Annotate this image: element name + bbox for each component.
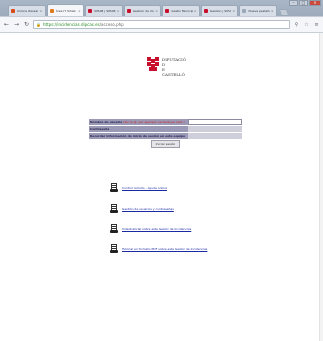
login-form: Nombre de usuario (Sin la @, por ejemplo… — [89, 119, 242, 148]
document-icon — [110, 244, 118, 253]
menu-icon[interactable]: ≡ — [313, 22, 320, 28]
page-content: DIPUTACIÓ D E CASTELLÓ Nombre de usuario… — [0, 33, 323, 341]
tab-strip: Clinica Ibarsal de... × Área IT Sihab × … — [8, 3, 290, 16]
password-label: Contraseña — [90, 127, 110, 131]
username-label: Nombre de usuario (Sin la @, por ejemplo… — [90, 120, 185, 124]
tab-title: Área IT Sihab — [55, 8, 76, 13]
tab-close-icon[interactable]: × — [78, 9, 81, 13]
browser-tab-clinica[interactable]: Clinica Ibarsal de... × — [8, 5, 46, 16]
link-item-remote-control[interactable]: Control remoto - Ayuda online — [110, 183, 167, 192]
window-controls: – □ × — [289, 0, 321, 6]
browser-tab-gestion-sihab[interactable]: Gestion | SIHAB... × — [200, 5, 239, 16]
tab-title: Gestion | SIHAB... — [209, 9, 232, 13]
page-scrollbar[interactable] — [319, 33, 323, 341]
tab-favicon-icon — [203, 9, 208, 13]
tab-close-icon[interactable]: × — [232, 9, 235, 13]
username-hint: (Sin la @, por ejemplo: lechado.pe rez2 … — [123, 120, 185, 124]
address-bar[interactable]: 🔒 https://incidencias.dipcas.es/acceso.p… — [33, 20, 290, 29]
search-icon[interactable]: ⚲ — [293, 22, 300, 28]
logo-mark-icon — [147, 57, 160, 72]
tab-favicon-icon — [11, 9, 15, 13]
tab-title: Gestion de client... — [132, 9, 155, 13]
url-path: /acceso.php — [99, 22, 124, 27]
tab-close-icon[interactable]: × — [117, 9, 120, 13]
tab-close-icon[interactable]: × — [194, 9, 197, 13]
browser-tab-gestio-municipal[interactable]: Gestio Municipal... × — [162, 5, 200, 16]
tab-favicon-icon — [165, 9, 170, 13]
tab-favicon-icon — [126, 9, 131, 13]
remember-checkbox[interactable] — [188, 133, 242, 139]
username-input[interactable] — [188, 119, 242, 125]
tab-title: Nueva pestaña — [248, 9, 271, 13]
tab-favicon-icon — [242, 9, 247, 13]
pdf-tutorial-link[interactable]: Tutorial en formato PDF sobre este Gesto… — [122, 247, 207, 251]
user-management-link[interactable]: Gestión de usuarios y contraseñas — [122, 207, 174, 211]
bookmark-star-icon[interactable]: ☆ — [303, 22, 310, 28]
browser-toolbar: ← → ↻ 🔒 https://incidencias.dipcas.es/ac… — [0, 16, 323, 32]
password-row: Contraseña — [89, 126, 242, 132]
browser-tab-sihab[interactable]: SIHAB | SIHAB - L... × — [85, 5, 123, 16]
link-item-videotutorial[interactable]: Videotutorial sobre este Gestor de Incid… — [110, 224, 191, 233]
url-text: https://incidencias.dipcas.es/acceso.php — [43, 22, 124, 27]
maximize-button[interactable]: □ — [299, 0, 308, 6]
back-button[interactable]: ← — [3, 21, 10, 28]
link-item-pdf-tutorial[interactable]: Tutorial en formato PDF sobre este Gesto… — [110, 244, 207, 253]
logo-line-1: DIPUTACIÓ — [162, 57, 187, 62]
browser-tab-gestion-clientes[interactable]: Gestion de client... × — [123, 5, 162, 16]
login-button[interactable]: Iniciar sesión — [150, 140, 181, 148]
remote-control-link[interactable]: Control remoto - Ayuda online — [122, 186, 167, 190]
tab-close-icon[interactable]: × — [155, 9, 158, 13]
reload-button[interactable]: ↻ — [23, 21, 30, 28]
tab-title: Clinica Ibarsal de... — [17, 9, 39, 13]
remember-label: Recordar información de inicio de sesión… — [90, 134, 186, 138]
tab-close-icon[interactable]: × — [40, 9, 43, 13]
logo-text: DIPUTACIÓ D E CASTELLÓ — [162, 57, 186, 77]
lock-icon: 🔒 — [36, 22, 41, 27]
tab-close-icon[interactable]: × — [271, 9, 274, 13]
tab-title: Gestio Municipal... — [171, 9, 193, 13]
document-icon — [110, 224, 118, 233]
browser-tab-area-it[interactable]: Área IT Sihab × — [46, 4, 85, 16]
close-window-button[interactable]: × — [309, 0, 321, 6]
link-item-user-management[interactable]: Gestión de usuarios y contraseñas — [110, 204, 174, 213]
browser-tab-new[interactable]: Nueva pestaña × — [239, 5, 278, 16]
new-tab-button[interactable] — [278, 9, 290, 16]
remember-row[interactable]: Recordar información de inicio de sesión… — [89, 133, 242, 139]
url-host: incidencias.dipcas.es — [57, 22, 100, 27]
tab-favicon-icon — [49, 8, 54, 13]
button-row: Iniciar sesión — [89, 140, 242, 148]
forward-button[interactable]: → — [13, 21, 20, 28]
logo-line-4: CASTELLÓ — [162, 72, 185, 77]
username-row: Nombre de usuario (Sin la @, por ejemplo… — [89, 119, 242, 125]
password-input[interactable] — [188, 126, 242, 132]
browser-chrome: Clinica Ibarsal de... × Área IT Sihab × … — [0, 0, 323, 33]
diputacio-logo: DIPUTACIÓ D E CASTELLÓ — [147, 57, 186, 77]
videotutorial-link[interactable]: Videotutorial sobre este Gestor de Incid… — [122, 227, 191, 231]
url-scheme: https:// — [42, 22, 58, 27]
tab-favicon-icon — [88, 9, 93, 13]
minimize-button[interactable]: – — [289, 0, 298, 6]
document-icon — [110, 183, 118, 192]
document-icon — [110, 204, 118, 213]
tab-title: SIHAB | SIHAB - L... — [94, 9, 116, 13]
